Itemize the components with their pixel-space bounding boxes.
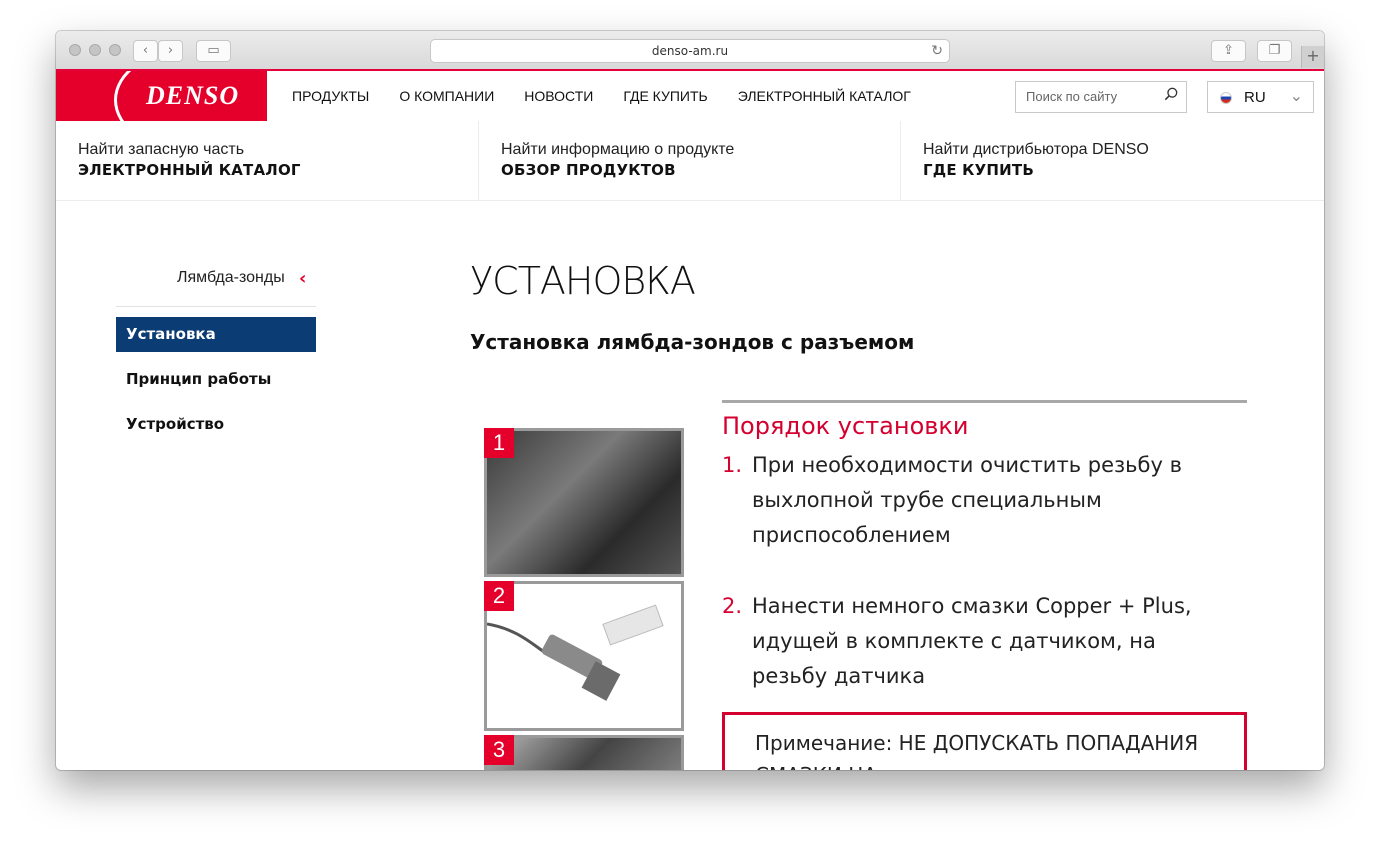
nav-about[interactable]: О КОМПАНИИ bbox=[399, 88, 494, 104]
close-window-button[interactable] bbox=[69, 44, 81, 56]
share-icon[interactable]: ⇪ bbox=[1211, 40, 1246, 62]
quick-link-sub: Найти информацию о продукте bbox=[501, 141, 735, 158]
installation-figure: 1 2 3 Порядок установки 1. При необходим… bbox=[470, 386, 1270, 770]
main-nav: ПРОДУКТЫ О КОМПАНИИ НОВОСТИ ГДЕ КУПИТЬ Э… bbox=[292, 71, 911, 121]
russia-flag-icon bbox=[1220, 92, 1232, 104]
language-select[interactable]: RU ⌄ bbox=[1207, 81, 1314, 113]
quick-link-main: ОБЗОР ПРОДУКТОВ bbox=[501, 161, 676, 179]
search-input[interactable]: Поиск по сайту bbox=[1015, 81, 1187, 113]
page-title: УСТАНОВКА bbox=[470, 259, 696, 303]
step-1-photo: 1 bbox=[484, 428, 684, 577]
figure-rule bbox=[722, 400, 1247, 403]
sidebar-item-operating-principle[interactable]: Принцип работы bbox=[116, 362, 316, 397]
step-3-photo: 3 bbox=[484, 735, 684, 770]
quick-link-products[interactable]: Найти информацию о продукте ОБЗОР ПРОДУК… bbox=[478, 121, 900, 201]
quick-links: Найти запасную часть ЭЛЕКТРОННЫЙ КАТАЛОГ… bbox=[56, 121, 1324, 201]
quick-link-catalog[interactable]: Найти запасную часть ЭЛЕКТРОННЫЙ КАТАЛОГ bbox=[56, 121, 478, 201]
nav-news[interactable]: НОВОСТИ bbox=[524, 88, 593, 104]
tabs-overview-icon[interactable]: ❐ bbox=[1257, 40, 1292, 62]
page-subtitle: Установка лямбда-зондов с разъемом bbox=[470, 330, 915, 354]
new-tab-icon[interactable]: + bbox=[1301, 46, 1324, 68]
photo-number: 2 bbox=[484, 581, 514, 611]
chevron-left-icon[interactable]: ‹ bbox=[299, 268, 306, 289]
step-2-photo: 2 bbox=[484, 581, 684, 731]
quick-link-main: ЭЛЕКТРОННЫЙ КАТАЛОГ bbox=[78, 161, 301, 179]
photo-number: 3 bbox=[484, 735, 514, 765]
site-header: DENSO ПРОДУКТЫ О КОМПАНИИ НОВОСТИ ГДЕ КУ… bbox=[56, 69, 1324, 121]
step-number: 1. bbox=[722, 453, 743, 477]
nav-where-to-buy[interactable]: ГДЕ КУПИТЬ bbox=[623, 88, 707, 104]
back-icon[interactable]: ‹ bbox=[133, 40, 158, 62]
quick-link-main: ГДЕ КУПИТЬ bbox=[923, 161, 1034, 179]
photo-number: 1 bbox=[484, 428, 514, 458]
step-number: 2. bbox=[722, 594, 743, 618]
language-code: RU bbox=[1244, 89, 1266, 106]
nav-catalog[interactable]: ЭЛЕКТРОННЫЙ КАТАЛОГ bbox=[738, 88, 911, 104]
lambda-sensor-icon bbox=[486, 604, 664, 701]
sidebar-item-design[interactable]: Устройство bbox=[116, 407, 316, 442]
logo-text: DENSO bbox=[146, 81, 240, 110]
denso-logo[interactable]: DENSO bbox=[56, 71, 267, 121]
zoom-window-button[interactable] bbox=[109, 44, 121, 56]
sidebar-toggle-icon[interactable]: ▭ bbox=[196, 40, 231, 62]
quick-link-sub: Найти запасную часть bbox=[78, 141, 245, 158]
browser-toolbar: ‹ › ▭ denso-am.ru ↻ ⇪ ❐ + bbox=[56, 31, 1324, 70]
step-text: Нанести немного смазки Copper + Plus, ид… bbox=[752, 594, 1192, 688]
url-text: denso-am.ru bbox=[651, 44, 729, 58]
nav-products[interactable]: ПРОДУКТЫ bbox=[292, 88, 369, 104]
quick-link-sub: Найти дистрибьютора DENSO bbox=[923, 141, 1149, 158]
search-placeholder: Поиск по сайту bbox=[1026, 89, 1118, 104]
chevron-down-icon: ⌄ bbox=[1289, 88, 1303, 105]
step-text: При необходимости очистить резьбу в выхл… bbox=[752, 453, 1182, 547]
reload-icon[interactable]: ↻ bbox=[931, 40, 943, 62]
note-box: Примечание: НЕ ДОПУСКАТЬ ПОПАДАНИЯ СМАЗК… bbox=[722, 712, 1247, 770]
quick-link-where-to-buy[interactable]: Найти дистрибьютора DENSO ГДЕ КУПИТЬ bbox=[900, 121, 1322, 201]
sidebar-parent-link[interactable]: Лямбда-зонды bbox=[177, 269, 285, 287]
procedure-heading: Порядок установки bbox=[722, 412, 969, 440]
sidebar-item-installation[interactable]: Установка bbox=[116, 317, 316, 352]
search-icon[interactable] bbox=[1164, 87, 1178, 101]
address-bar[interactable]: denso-am.ru ↻ bbox=[430, 39, 950, 63]
browser-window: ‹ › ▭ denso-am.ru ↻ ⇪ ❐ + DENSO ПРОДУКТЫ… bbox=[56, 31, 1324, 770]
sidebar-divider bbox=[116, 306, 316, 307]
minimize-window-button[interactable] bbox=[89, 44, 101, 56]
forward-icon[interactable]: › bbox=[158, 40, 183, 62]
